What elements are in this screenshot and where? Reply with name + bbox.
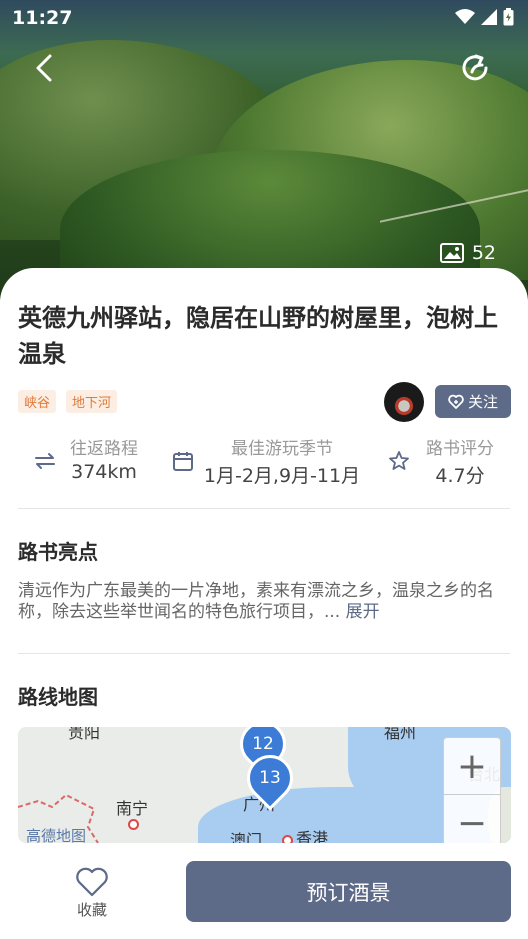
stat-rating: 路书评分 4.7分 — [418, 434, 502, 494]
favorite-button[interactable]: 收藏 — [60, 867, 124, 920]
route-map[interactable]: 贵阳 南宁 福州 台北 广州 澳门 香港 12 13 + − 高德地图 — [18, 727, 511, 843]
book-button[interactable]: 预订酒景 — [186, 861, 511, 922]
heart-icon — [76, 867, 108, 897]
status-time: 11:27 — [12, 7, 73, 29]
photo-count-value: 52 — [471, 242, 496, 264]
stat-distance-value: 374km — [71, 461, 137, 483]
star-icon — [389, 451, 409, 470]
stat-rating-label: 路书评分 — [426, 439, 494, 459]
swap-icon — [35, 453, 55, 469]
map-provider-logo: 高德地图 — [26, 827, 87, 843]
favorite-label: 收藏 — [76, 901, 107, 919]
stat-rating-value: 4.7分 — [435, 465, 485, 487]
map-section-title: 路线地图 — [18, 685, 98, 709]
tag[interactable]: 峡谷 — [18, 390, 57, 413]
stat-distance-label: 往返路程 — [70, 439, 138, 459]
stat-season-label: 最佳游玩季节 — [231, 439, 333, 459]
share-button[interactable] — [460, 52, 492, 84]
image-icon — [439, 243, 464, 263]
chevron-left-icon — [36, 54, 52, 82]
signal-icon — [481, 9, 497, 25]
stat-season: 最佳游玩季节 1月-2月,9月-11月 — [198, 434, 366, 494]
stat-season-value: 1月-2月,9月-11月 — [203, 465, 361, 487]
author-avatar[interactable] — [384, 382, 424, 422]
map-label-macau: 澳门 — [230, 831, 263, 843]
share-icon — [462, 54, 488, 81]
status-icons — [455, 8, 514, 26]
photo-count[interactable]: 52 — [439, 242, 496, 264]
stat-distance: 往返路程 374km — [62, 434, 146, 494]
divider — [18, 508, 510, 509]
map-marker-label: 13 — [259, 768, 281, 788]
city-dot — [128, 819, 139, 830]
highlights-text: 清远作为广东最美的一片净地，素来有漂流之乡，温泉之乡的名称，除去这些举世闻名的特… — [18, 581, 512, 623]
battery-icon — [503, 8, 514, 26]
highlights-title: 路书亮点 — [18, 540, 98, 564]
zoom-out-button[interactable]: − — [444, 794, 500, 843]
wifi-icon — [455, 9, 475, 24]
calendar-icon — [173, 452, 193, 471]
expand-link[interactable]: 展开 — [346, 602, 380, 622]
status-bar: 11:27 — [0, 0, 528, 36]
zoom-in-button[interactable]: + — [444, 738, 500, 794]
route-stats: 往返路程 374km 最佳游玩季节 1月-2月,9月-11月 路书评分 4.7分 — [0, 434, 528, 494]
map-label-nanning: 南宁 — [116, 799, 149, 818]
tag-list: 峡谷 地下河 — [18, 390, 118, 413]
divider — [18, 653, 510, 654]
follow-button[interactable]: 关注 — [435, 385, 511, 418]
map-label-hongkong: 香港 — [296, 829, 329, 843]
back-button[interactable] — [30, 52, 62, 84]
bottom-bar: 收藏 预订酒景 — [0, 843, 528, 939]
follow-label: 关注 — [467, 393, 498, 411]
map-zoom-control: + − — [443, 737, 501, 843]
heart-plus-icon — [448, 394, 464, 409]
map-label-fuzhou: 福州 — [384, 727, 417, 742]
highlights-body: 清远作为广东最美的一片净地，素来有漂流之乡，温泉之乡的名称，除去这些举世闻名的特… — [18, 581, 494, 622]
page-title: 英德九州驿站，隐居在山野的树屋里，泡树上温泉 — [18, 304, 498, 368]
city-dot — [282, 835, 293, 843]
map-label-guiyang: 贵阳 — [68, 727, 101, 742]
tag[interactable]: 地下河 — [66, 390, 118, 413]
